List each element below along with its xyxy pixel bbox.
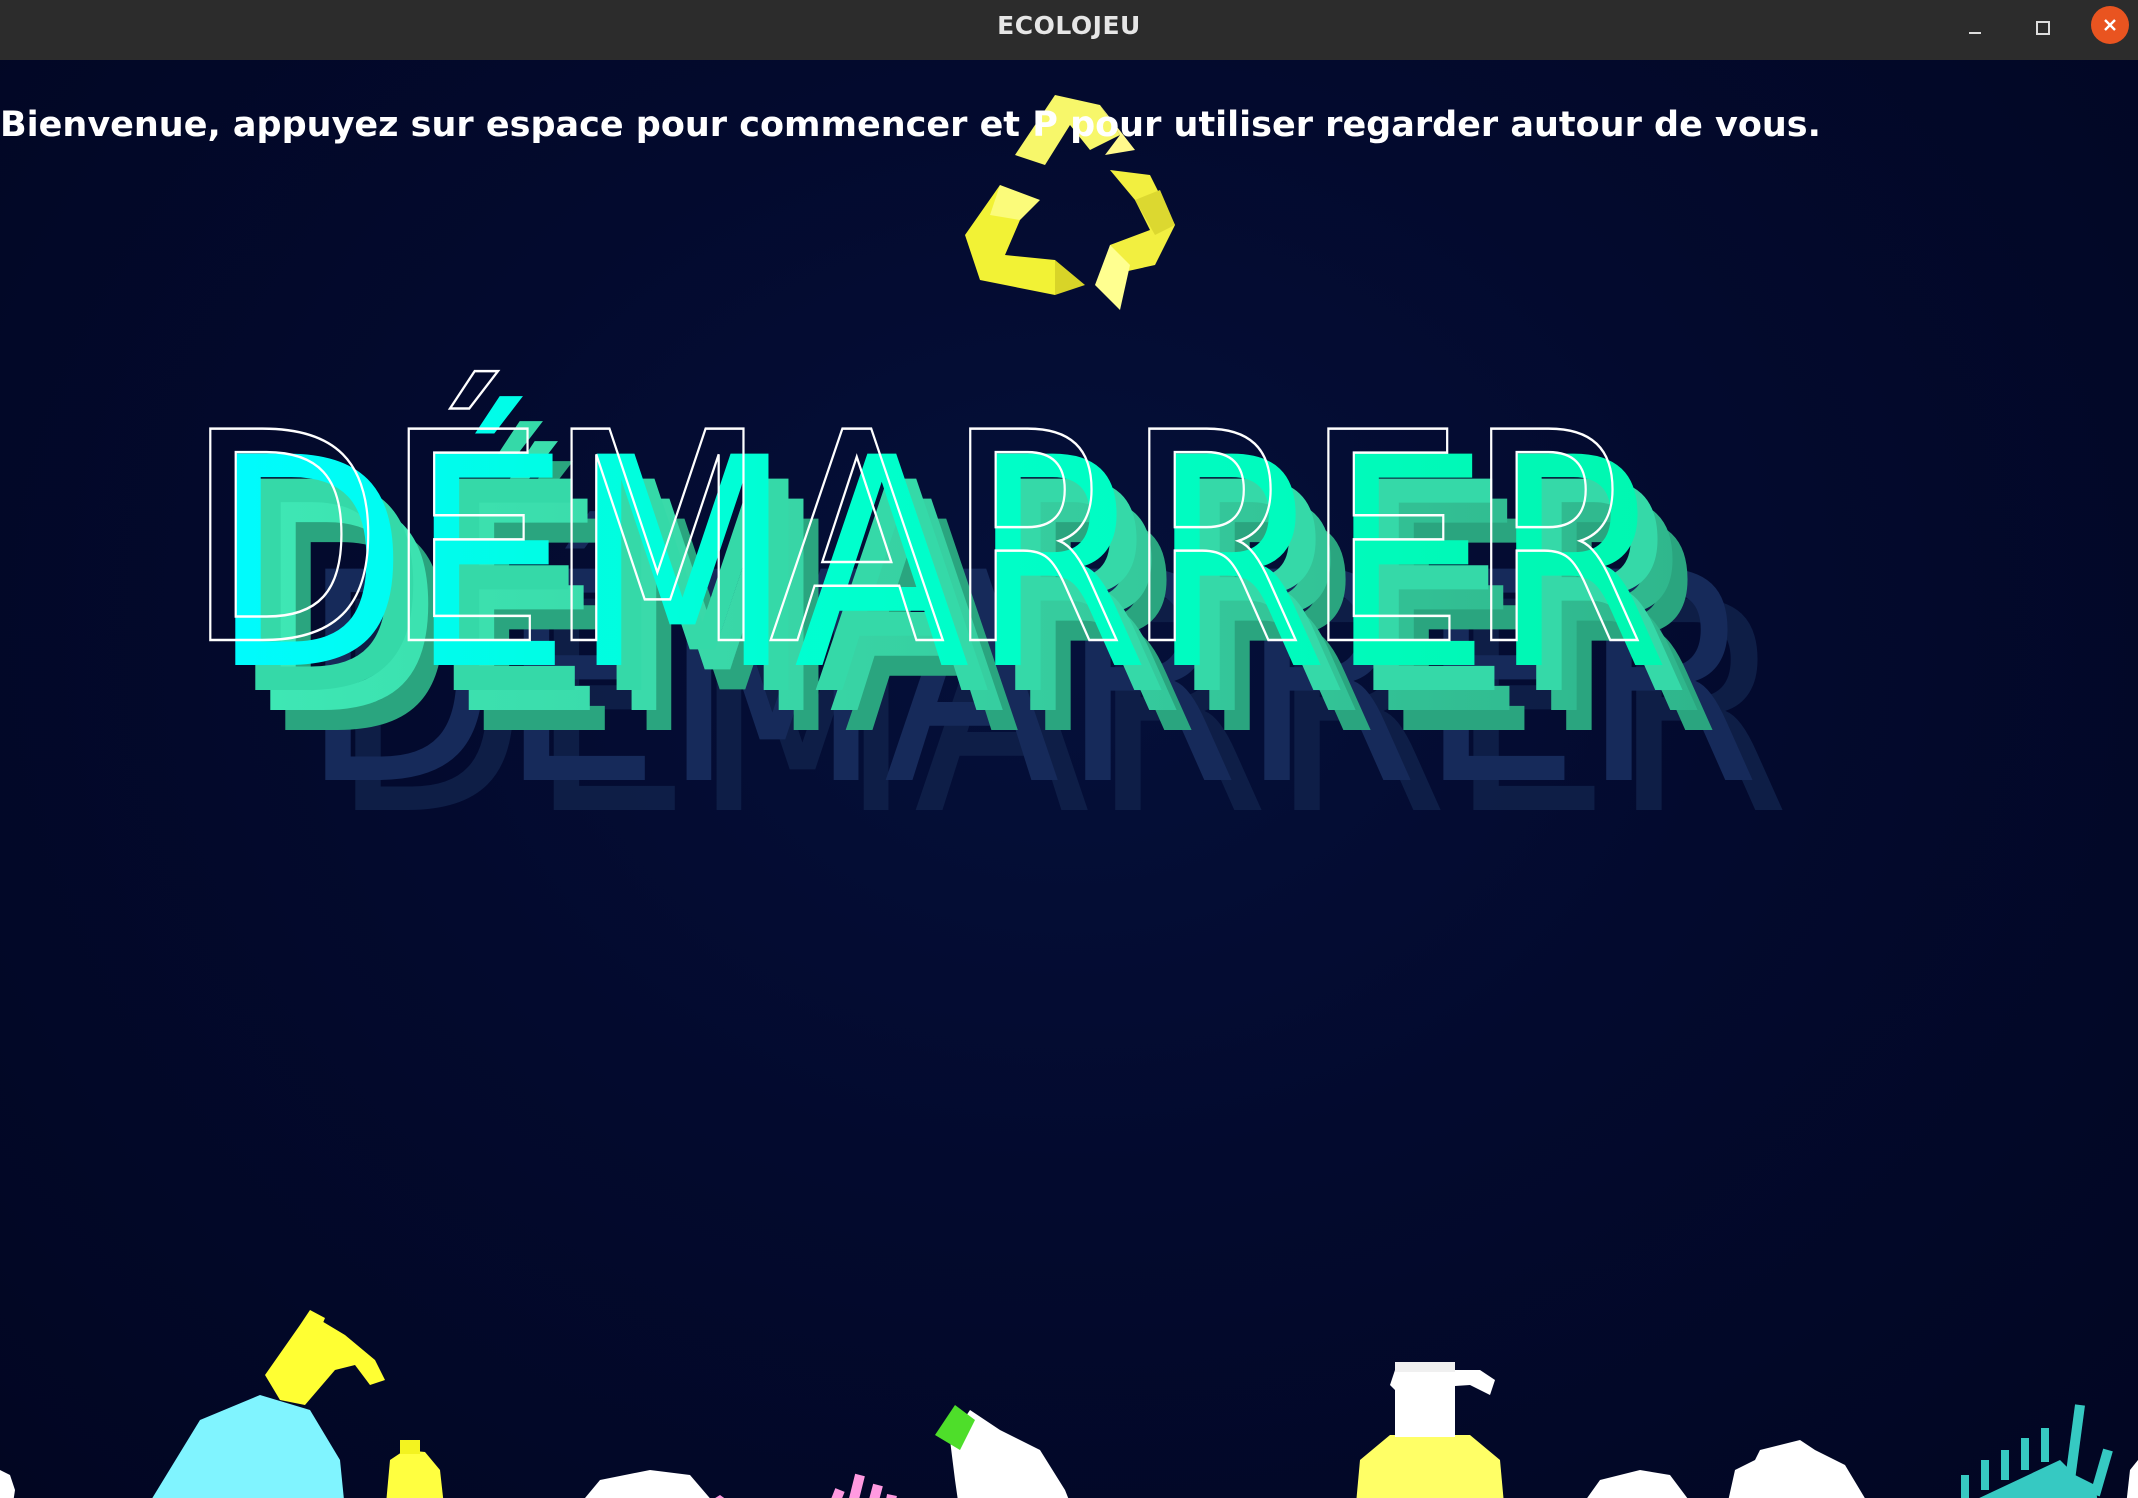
game-window: ECOLOJEU Bienvenue, appuyez sur espace p… [0,0,2138,1498]
start-button-graphic: DÉMARRER DÉMARRER DÉMARRER DÉMARRER DÉMA… [184,367,1790,879]
title-bar[interactable]: ECOLOJEU [0,0,2138,61]
start-button[interactable]: DÉMARRER DÉMARRER DÉMARRER DÉMARRER DÉMA… [184,367,2060,1140]
pump-bottle-icon [152,1310,385,1498]
bottle-icon [386,1440,444,1498]
scrap-icon [0,1470,15,1498]
comb-icon [1961,1404,2113,1498]
instruction-text: Bienvenue, appuyez sur espace pour comme… [0,105,1821,145]
scrap-icon [2126,1460,2138,1498]
maximize-button[interactable] [2023,8,2063,48]
brush-icon [715,1473,897,1498]
scrap-icon [585,1470,710,1498]
bag-icon [1728,1440,1865,1498]
scrap-icon [1587,1470,1688,1498]
minimize-button[interactable] [1955,8,1995,48]
waste-items-row [0,1300,2138,1498]
close-button[interactable] [2091,6,2129,44]
start-label-outline: DÉMARRER [185,368,1645,709]
minimize-icon [1969,32,1981,34]
pump-bottle-icon [1356,1362,1504,1498]
close-icon [2104,19,2116,31]
bottle-icon [935,1405,1069,1498]
window-title: ECOLOJEU [997,11,1141,40]
game-canvas[interactable]: Bienvenue, appuyez sur espace pour comme… [0,60,2138,1498]
maximize-icon [2036,21,2050,35]
